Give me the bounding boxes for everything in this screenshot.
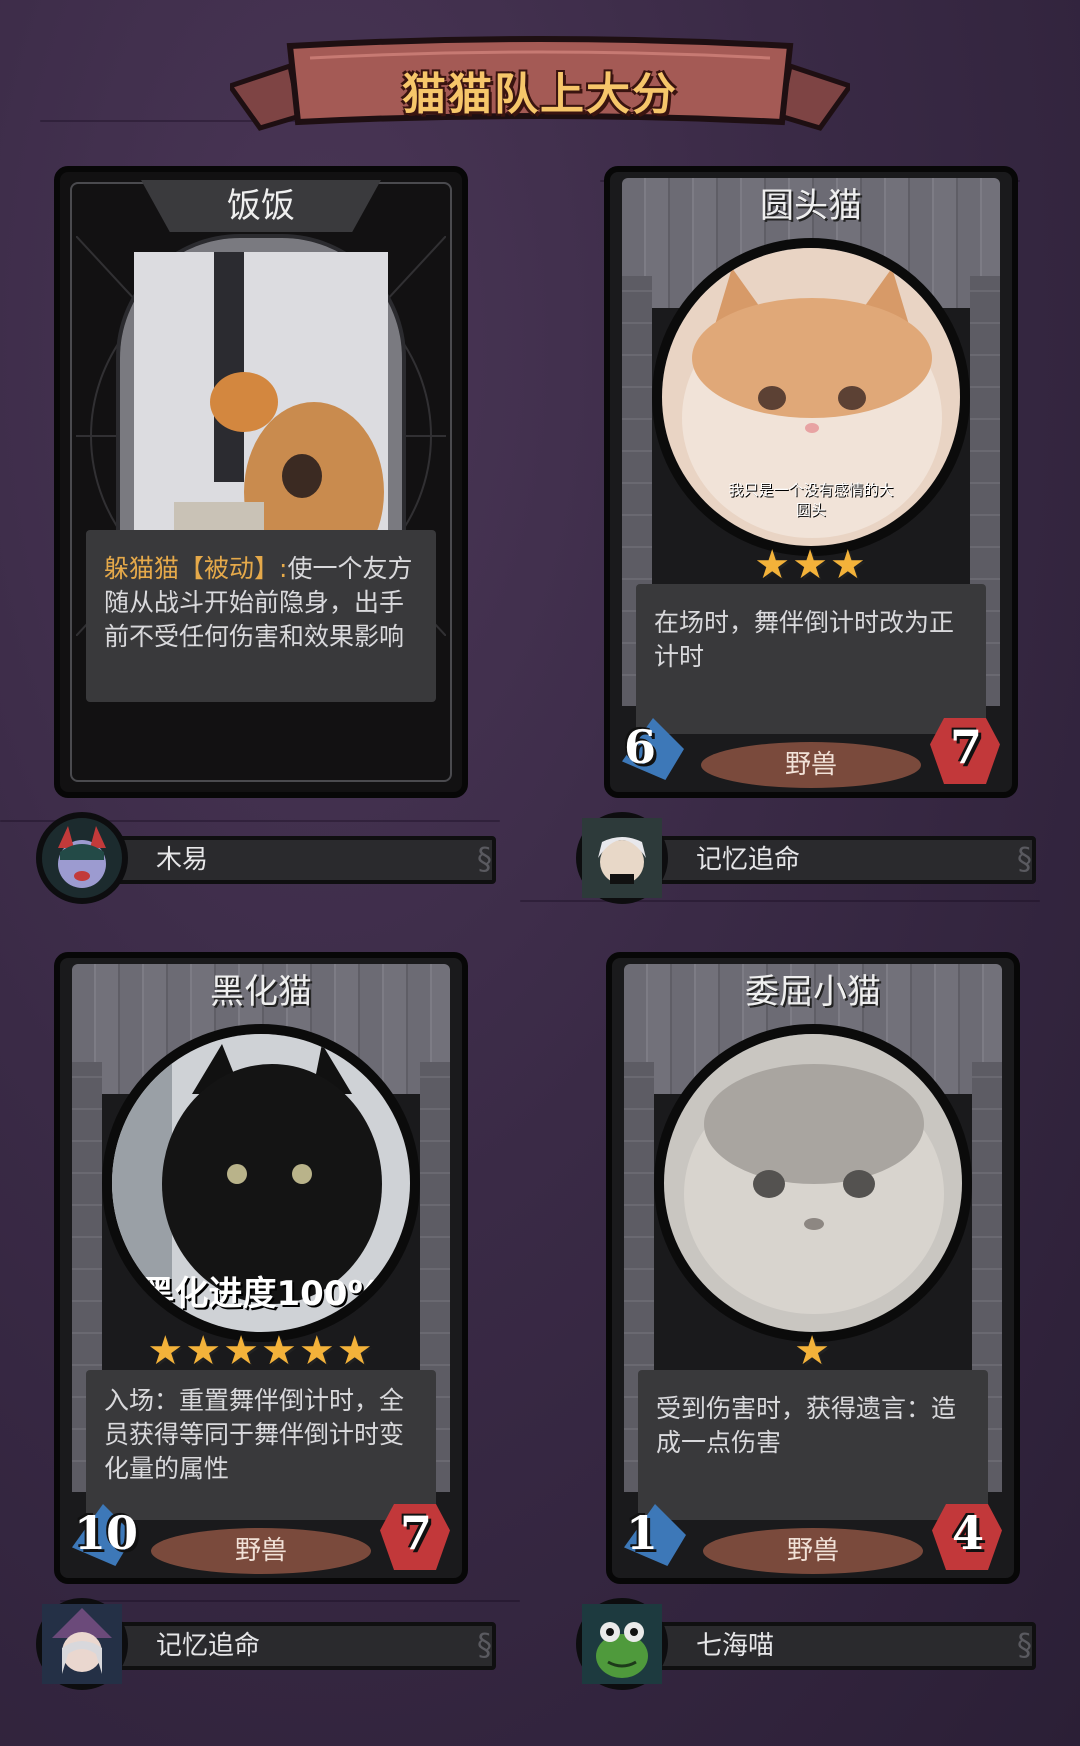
card-portrait (654, 1024, 972, 1342)
player-bar[interactable]: § 七海喵 (576, 1598, 1036, 1690)
health-value: 4 (951, 1506, 984, 1560)
avatar[interactable] (36, 1598, 128, 1690)
star-rating: ★★★★★★ (147, 1328, 375, 1374)
scroll-curl-icon: § (477, 1628, 492, 1663)
ability-keyword: 躲猫猫【被动】: (104, 554, 288, 583)
title-banner: 猫猫队上大分 (230, 36, 850, 136)
card-description: 在场时，舞伴倒计时改为正计时 (636, 584, 986, 734)
banner-title: 猫猫队上大分 (402, 69, 678, 120)
card-portrait: 黑化进度100% (102, 1024, 420, 1342)
card-description: 躲猫猫【被动】:使一个友方随从战斗开始前隐身，出手前不受任何伤害和效果影响 (86, 530, 436, 702)
tribe-label: 野兽 (701, 742, 921, 788)
tribe-label: 野兽 (151, 1528, 371, 1574)
cat-photo-icon (664, 1034, 962, 1332)
player-bar[interactable]: § 记忆追命 (36, 1598, 496, 1690)
card-name: 委屈小猫 (745, 972, 881, 1012)
player-bar[interactable]: § 记忆追命 (576, 812, 1036, 904)
avatar[interactable] (576, 812, 668, 904)
player-name: 木易 (156, 845, 209, 875)
portrait-caption: 我只是一个没有感情的大圆头 (728, 481, 894, 519)
frog-avatar-icon (582, 1604, 662, 1684)
card-description: 受到伤害时，获得遗言：造成一点伤害 (638, 1370, 988, 1520)
card-portrait: 我只是一个没有感情的大圆头 (652, 238, 970, 556)
player-name: 记忆追命 (696, 845, 801, 875)
ability-text: 受到伤害时，获得遗言：造成一点伤害 (656, 1394, 957, 1457)
attack-value: 6 (624, 720, 657, 774)
card-dark-cat[interactable]: 黑化猫 黑化进度100% ★★★★★★ 入场：重置舞伴倒计时，全员获得等同于舞伴… (54, 952, 468, 1584)
star-rating: ★★★ (754, 542, 868, 588)
star-rating: ★ (794, 1328, 832, 1374)
health-value: 7 (399, 1506, 432, 1560)
card-fanfan[interactable]: 饭饭 躲猫猫【被动】:使一个友方随从战斗开始前隐身，出手前不受任何伤害和效果影响 (54, 166, 468, 798)
cat-photo-icon (134, 252, 388, 564)
portrait-caption: 黑化进度100% (140, 1274, 382, 1314)
player-name: 记忆追命 (156, 1631, 261, 1661)
avatar[interactable] (576, 1598, 668, 1690)
health-value: 7 (949, 720, 982, 774)
card-description: 入场：重置舞伴倒计时，全员获得等同于舞伴倒计时变化量的属性 (86, 1370, 436, 1520)
player-bar[interactable]: § 木易 (36, 812, 496, 904)
player-name: 七海喵 (696, 1631, 775, 1661)
demon-avatar-icon (58, 826, 106, 888)
witch-avatar-icon (42, 1604, 122, 1684)
ability-text: 在场时，舞伴倒计时改为正计时 (654, 608, 955, 671)
scroll-curl-icon: § (1017, 842, 1032, 877)
ability-text: 入场：重置舞伴倒计时，全员获得等同于舞伴倒计时变化量的属性 (104, 1386, 405, 1483)
avatar[interactable] (36, 812, 128, 904)
card-name: 圆头猫 (760, 186, 862, 226)
blonde-avatar-icon (582, 818, 662, 898)
card-sad-kitten[interactable]: 委屈小猫 ★ 受到伤害时，获得遗言：造成一点伤害 1 野兽 4 (606, 952, 1020, 1584)
card-name: 饭饭 (141, 180, 381, 232)
attack-value: 1 (626, 1506, 659, 1560)
scroll-curl-icon: § (1017, 1628, 1032, 1663)
tribe-label: 野兽 (703, 1528, 923, 1574)
card-name: 黑化猫 (210, 972, 312, 1012)
attack-value: 10 (74, 1506, 139, 1560)
portrait-mirror (120, 238, 402, 578)
scroll-curl-icon: § (477, 842, 492, 877)
card-round-head-cat[interactable]: 圆头猫 我只是一个没有感情的大圆头 ★★★ 在场时，舞伴倒计时改为正计时 6 野… (604, 166, 1018, 798)
